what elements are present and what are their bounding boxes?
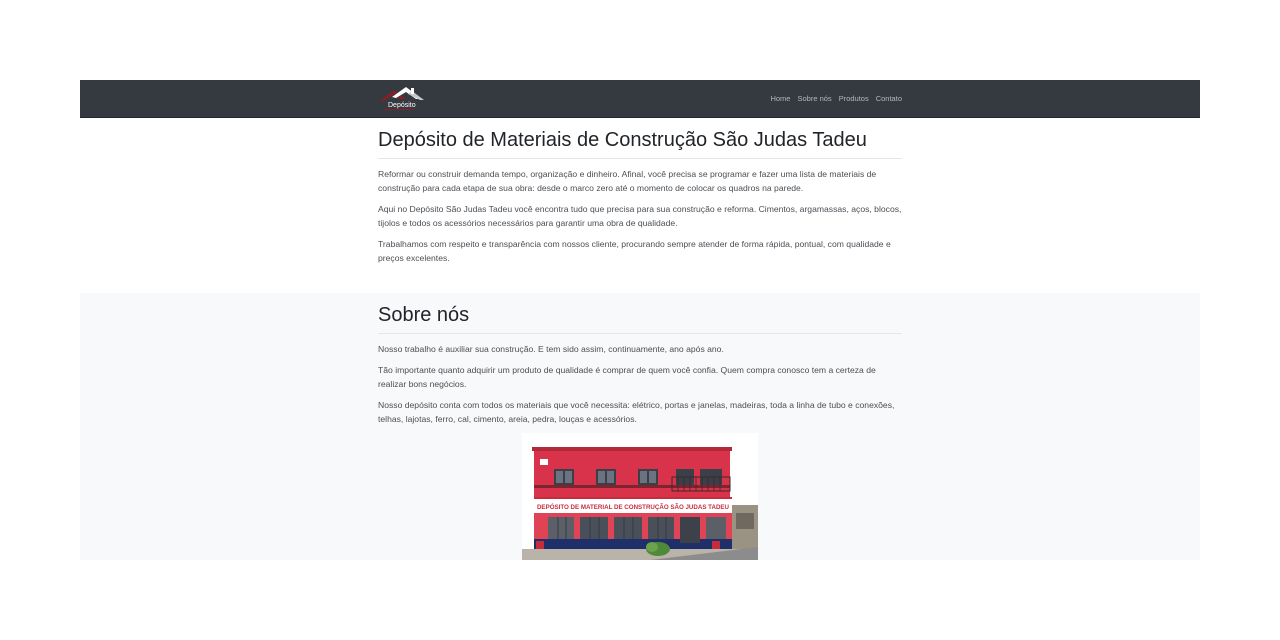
nav-link-sobre-nos[interactable]: Sobre nós bbox=[797, 94, 831, 104]
nav-link-produtos[interactable]: Produtos bbox=[839, 94, 869, 104]
intro-paragraph-3: Trabalhamos com respeito e transparência… bbox=[378, 239, 891, 263]
about-paragraph-1: Nosso trabalho é auxiliar sua construção… bbox=[378, 344, 724, 354]
intro-paragraph-1: Reformar ou construir demanda tempo, org… bbox=[378, 169, 877, 193]
intro-paragraph-2: Aqui no Depósito São Judas Tadeu você en… bbox=[378, 204, 902, 228]
about-paragraph-3: Nosso depósito conta com todos os materi… bbox=[378, 400, 895, 424]
nav-link-contato[interactable]: Contato bbox=[876, 94, 902, 104]
nav-links: Home Sobre nós Produtos Contato bbox=[770, 94, 902, 104]
about-section: Sobre nós Nosso trabalho é auxiliar sua … bbox=[80, 293, 1200, 560]
about-paragraph-2: Tão importante quanto adquirir um produt… bbox=[378, 365, 876, 389]
intro-container: Depósito de Materiais de Construção São … bbox=[378, 128, 902, 265]
intro-section: Depósito de Materiais de Construção São … bbox=[80, 118, 1200, 294]
page-title: Depósito de Materiais de Construção São … bbox=[378, 128, 902, 159]
nav-link-home[interactable]: Home bbox=[770, 94, 790, 104]
about-container: Sobre nós Nosso trabalho é auxiliar sua … bbox=[378, 293, 902, 560]
about-title: Sobre nós bbox=[378, 303, 902, 334]
brand-logo[interactable]: Depósito bbox=[378, 84, 426, 114]
top-navbar: Depósito Home Sobre nós Produtos Contato bbox=[80, 80, 1200, 118]
navbar-container: Depósito Home Sobre nós Produtos Contato bbox=[378, 80, 902, 117]
store-building-photo: DEPÓSITO DE MATERIAL DE CONSTRUÇÃO SÃO J… bbox=[522, 433, 758, 560]
brand-text: Depósito bbox=[388, 102, 416, 109]
store-building-illustration: DEPÓSITO DE MATERIAL DE CONSTRUÇÃO SÃO J… bbox=[522, 433, 758, 560]
browser-viewport: Depósito Home Sobre nós Produtos Contato… bbox=[80, 80, 1200, 560]
store-sign-text: DEPÓSITO DE MATERIAL DE CONSTRUÇÃO SÃO J… bbox=[537, 503, 730, 511]
